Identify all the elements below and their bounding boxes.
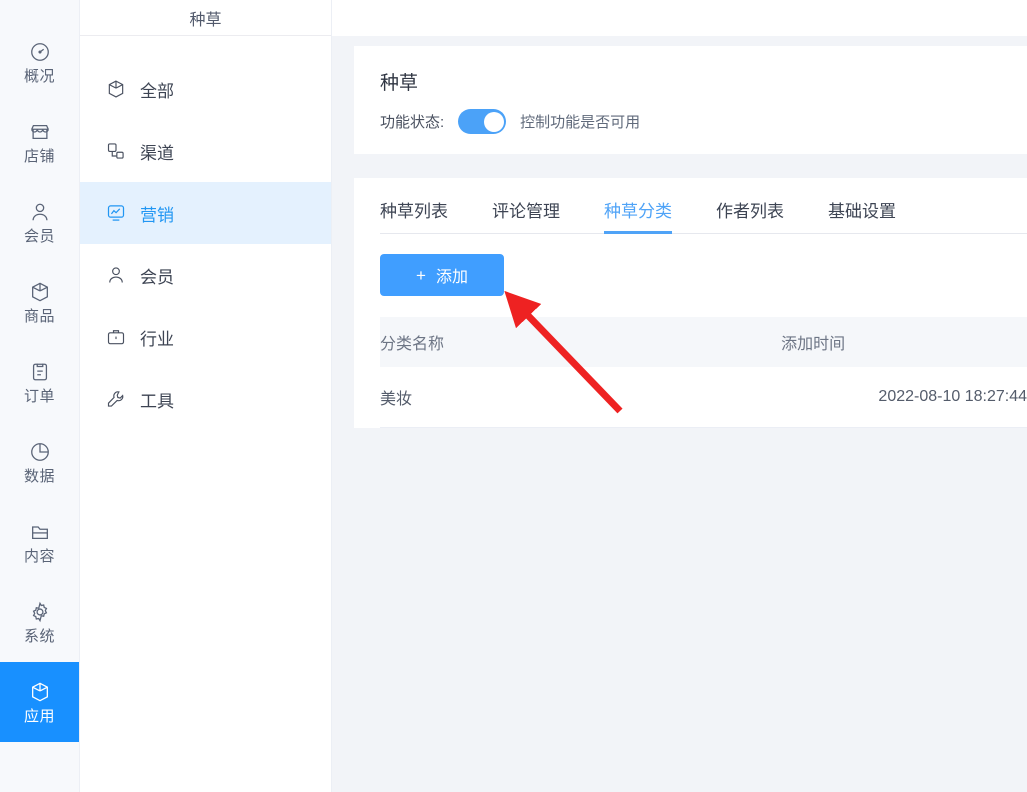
menu-item-label: 渠道 [140,143,174,163]
dashboard-icon [29,41,51,63]
menu-item-label: 会员 [140,267,174,287]
feature-state-toggle[interactable] [458,109,507,134]
channel-icon [106,141,126,161]
menu-item-label: 营销 [140,205,174,225]
box-icon [29,281,51,303]
feature-state-row: 功能状态: 控制功能是否可用 [380,109,1027,134]
feature-state-hint: 控制功能是否可用 [520,114,641,131]
clipboard-icon [29,361,51,383]
marketing-chart-icon [106,203,126,223]
secondary-sidebar: 种草 全部 渠道 营销 会员 行业 工具 [80,0,332,792]
sidebar-item-products[interactable]: 商品 [0,262,79,342]
add-button-label: 添加 [435,269,468,286]
menu-item-tools[interactable]: 工具 [80,368,331,430]
sidebar-item-shop[interactable]: 店铺 [0,102,79,182]
category-table: 分类名称 添加时间 美妆 2022-08-10 18:27:44 [380,317,1027,428]
menu-item-label: 行业 [140,329,174,349]
cube-icon [106,79,126,99]
feature-state-header: 种草 功能状态: 控制功能是否可用 [354,46,1027,154]
table-body: 美妆 2022-08-10 18:27:44 [380,367,1027,428]
content-card: 种草列表 评论管理 种草分类 作者列表 基础设置 + 添加 分类名称 添加时间 … [354,178,1027,428]
tab-seeding-category[interactable]: 种草分类 [604,197,672,234]
sidebar-item-content[interactable]: 内容 [0,502,79,582]
table-header-row: 分类名称 添加时间 [380,317,1027,367]
feature-state-label: 功能状态: [380,114,445,131]
folder-icon [29,521,51,543]
tab-comment-management[interactable]: 评论管理 [492,197,560,233]
sidebar-item-label: 数据 [23,467,55,485]
user-icon [29,201,51,223]
plus-icon: + [416,265,426,285]
shop-icon [29,121,51,143]
briefcase-icon [106,327,126,347]
main-body: 种草 功能状态: 控制功能是否可用 种草列表 评论管理 种草分类 作者列表 基础… [332,36,1027,792]
primary-sidebar: 概况 店铺 会员 商品 订单 数据 内容 系统 应用 [0,0,80,792]
toolbar: + 添加 [380,234,1027,296]
gear-icon [29,601,51,623]
column-header-time: 添加时间 [781,317,1027,367]
card-gap [354,154,1027,178]
sidebar-item-label: 概况 [23,67,55,85]
table-row[interactable]: 美妆 2022-08-10 18:27:44 [380,367,1027,428]
page-title: 种草 [380,73,419,94]
sidebar-item-overview[interactable]: 概况 [0,22,79,102]
menu-item-label: 全部 [140,81,174,101]
sidebar-item-system[interactable]: 系统 [0,582,79,662]
menu-item-members[interactable]: 会员 [80,244,331,306]
menu-item-channel[interactable]: 渠道 [80,120,331,182]
user-icon [106,265,126,285]
feature-state-card: 种草 功能状态: 控制功能是否可用 [354,46,1027,154]
secondary-sidebar-title: 种草 [189,11,222,29]
cell-added-time: 2022-08-10 18:27:44 [781,367,1027,428]
sidebar-item-data[interactable]: 数据 [0,422,79,502]
secondary-sidebar-header: 种草 [80,0,331,36]
sidebar-item-label: 会员 [23,227,55,245]
main-content: 种草 功能状态: 控制功能是否可用 种草列表 评论管理 种草分类 作者列表 基础… [332,0,1027,792]
column-header-name: 分类名称 [380,317,782,367]
sidebar-item-apps[interactable]: 应用 [0,662,79,742]
sidebar-item-label: 商品 [23,307,55,325]
tab-author-list[interactable]: 作者列表 [716,197,784,233]
menu-item-label: 工具 [140,391,174,411]
cell-category-name: 美妆 [380,367,782,428]
top-strip [332,0,1027,36]
toggle-knob [483,111,504,132]
sidebar-item-members[interactable]: 会员 [0,182,79,262]
menu-item-industry[interactable]: 行业 [80,306,331,368]
sidebar-item-label: 内容 [23,547,55,565]
app-root: 概况 店铺 会员 商品 订单 数据 内容 系统 应用 种草 全部 渠道 营销 会… [0,0,1027,792]
sidebar-item-label: 系统 [23,627,55,645]
tab-basic-settings[interactable]: 基础设置 [828,197,896,233]
pie-chart-icon [29,441,51,463]
sidebar-item-label: 应用 [23,707,55,725]
tab-bar: 种草列表 评论管理 种草分类 作者列表 基础设置 [380,178,1027,234]
tab-seeding-list[interactable]: 种草列表 [380,197,448,233]
add-button[interactable]: + 添加 [380,254,504,296]
cube-icon [29,681,51,703]
table-head: 分类名称 添加时间 [380,317,1027,367]
sidebar-item-label: 订单 [23,387,55,405]
menu-item-all[interactable]: 全部 [80,58,331,120]
wrench-icon [106,389,126,409]
secondary-sidebar-list: 全部 渠道 营销 会员 行业 工具 [80,36,331,430]
sidebar-item-orders[interactable]: 订单 [0,342,79,422]
menu-item-marketing[interactable]: 营销 [80,182,331,244]
sidebar-item-label: 店铺 [23,147,55,165]
